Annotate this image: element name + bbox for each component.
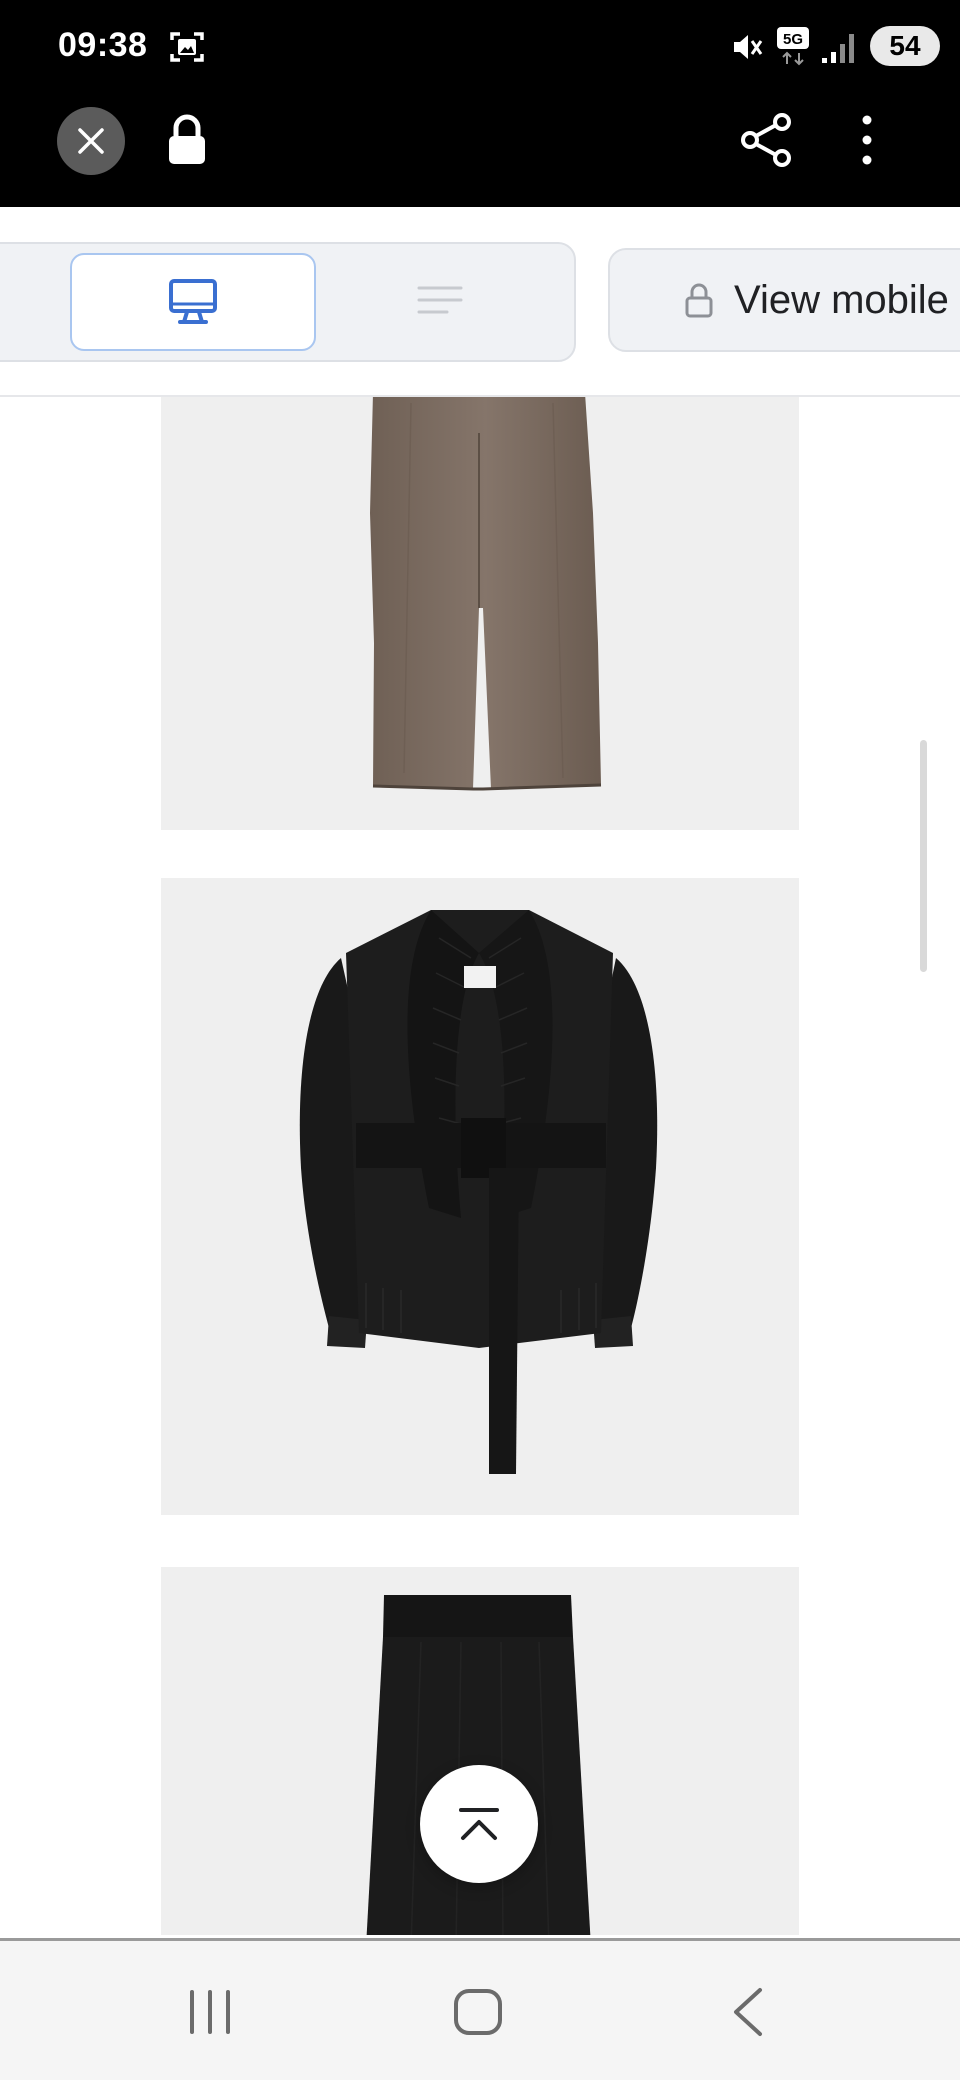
close-tab-button[interactable] — [57, 107, 125, 175]
screenshot-icon — [170, 32, 204, 62]
url-text[interactable]: ttps://milled.com/pierr — [244, 110, 704, 170]
mute-icon — [734, 35, 763, 59]
network-label: 5G — [783, 31, 803, 48]
back-icon[interactable] — [728, 1986, 768, 2038]
more-vert-icon[interactable] — [852, 112, 882, 168]
status-bar: 09:38 5G 54 — [0, 0, 960, 95]
home-icon[interactable] — [452, 1988, 504, 2036]
lock-icon — [685, 283, 713, 318]
scrollbar-thumb[interactable] — [920, 740, 927, 972]
desktop-icon — [169, 279, 217, 324]
desktop-view-button[interactable] — [70, 253, 316, 351]
text-view-button[interactable] — [380, 253, 500, 347]
view-mobile-label: View mobile — [734, 277, 949, 322]
signal-icon — [822, 34, 854, 63]
pants-illustration — [370, 397, 602, 791]
product-image-cardigan[interactable] — [161, 878, 799, 1515]
close-icon — [78, 128, 104, 154]
text-lines-icon — [417, 286, 463, 314]
status-icons: 5G 54 — [660, 0, 960, 95]
product-image-pants[interactable] — [161, 397, 799, 830]
recents-icon[interactable] — [186, 1988, 234, 2036]
status-time: 09:38 — [58, 26, 148, 64]
cardigan-illustration — [299, 910, 658, 1474]
email-content — [0, 397, 960, 1935]
view-mobile-button[interactable]: View mobile — [608, 248, 960, 352]
share-icon[interactable] — [738, 112, 794, 168]
network-5g-icon: 5G — [777, 27, 809, 66]
scroll-to-top-icon — [459, 1808, 499, 1840]
scroll-to-top-button[interactable] — [420, 1765, 538, 1883]
battery-indicator: 54 — [870, 26, 940, 66]
lock-icon — [169, 114, 205, 164]
